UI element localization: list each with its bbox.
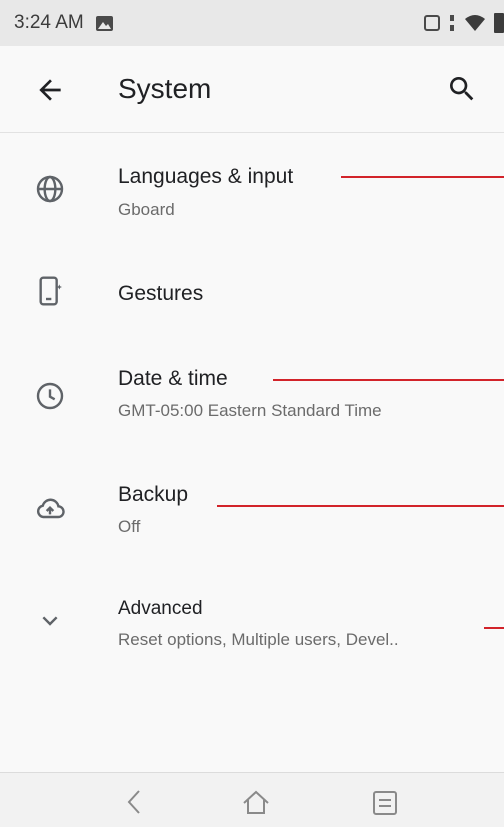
home-nav-icon (243, 790, 269, 814)
settings-item-gestures[interactable]: Gestures (0, 241, 504, 345)
settings-item-title: Date & time (118, 367, 228, 390)
search-icon (450, 77, 474, 101)
arrow-left-icon (39, 79, 61, 101)
nav-back-button[interactable] (117, 785, 153, 819)
data-sync-icon (448, 15, 456, 31)
battery-icon (494, 13, 504, 33)
settings-item-subtitle: GMT-05:00 Eastern Standard Time (118, 401, 382, 420)
settings-item-advanced[interactable]: Advanced Reset options, Multiple users, … (0, 583, 504, 693)
status-time: 3:24 AM (14, 12, 84, 33)
globe-icon (36, 175, 64, 203)
nfc-icon (424, 15, 440, 31)
nav-recents-button[interactable] (367, 785, 403, 819)
wifi-icon (464, 14, 486, 32)
settings-item-subtitle: Off (118, 517, 141, 536)
settings-item-languages[interactable]: Languages & input Gboard (0, 133, 504, 241)
recents-nav-icon (373, 791, 397, 815)
status-icons (424, 13, 504, 33)
back-button[interactable] (34, 74, 66, 106)
clock-icon (36, 382, 64, 410)
app-bar: System (0, 46, 504, 133)
settings-item-backup[interactable]: Backup Off (0, 463, 504, 583)
navigation-bar (0, 772, 504, 827)
settings-item-subtitle: Reset options, Multiple users, Devel.. (118, 630, 399, 649)
gestures-phone-icon (39, 276, 62, 306)
back-nav-icon (127, 790, 140, 814)
annotation-line (341, 176, 504, 178)
nav-home-button[interactable] (238, 785, 274, 819)
settings-item-title: Advanced (118, 598, 203, 619)
settings-item-date-time[interactable]: Date & time GMT-05:00 Eastern Standard T… (0, 345, 504, 463)
annotation-line (217, 505, 504, 507)
image-notification-icon (95, 15, 113, 31)
settings-item-title: Languages & input (118, 165, 294, 188)
chevron-down-icon (42, 616, 58, 626)
settings-item-title: Gestures (118, 282, 204, 305)
annotation-line (273, 379, 504, 381)
status-bar: 3:24 AM (0, 0, 504, 46)
page-title: System (118, 73, 212, 104)
settings-item-subtitle: Gboard (118, 200, 175, 219)
annotation-line (484, 627, 504, 629)
search-button[interactable] (446, 73, 478, 105)
settings-item-title: Backup (118, 483, 189, 506)
cloud-upload-icon (36, 498, 65, 519)
